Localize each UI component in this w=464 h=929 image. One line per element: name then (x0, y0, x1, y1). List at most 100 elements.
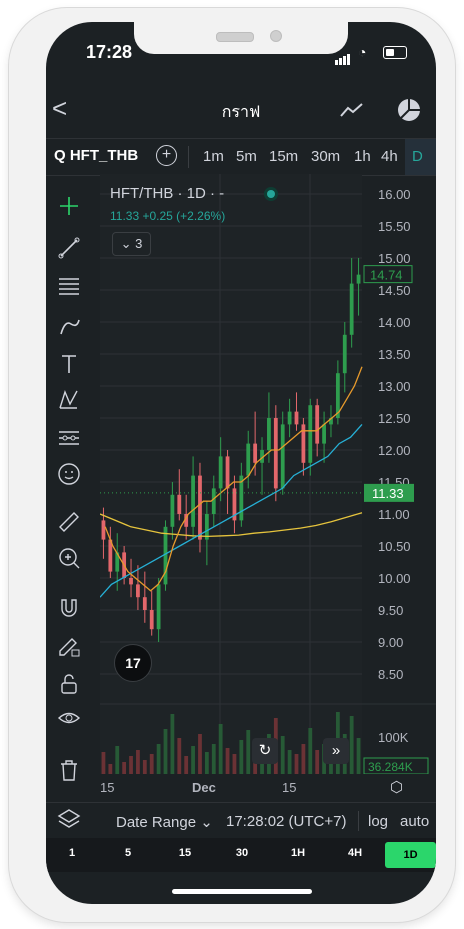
indicators-toggle[interactable]: ⌄ 3 (112, 232, 151, 256)
page-title: กราฟ (221, 104, 261, 121)
trash-icon[interactable] (57, 758, 81, 782)
timeframe-1h[interactable]: 1h (354, 148, 371, 165)
zoom-in-icon[interactable] (57, 546, 81, 570)
unlock-icon[interactable] (57, 672, 81, 696)
timeframe-5m[interactable]: 5m (236, 148, 257, 165)
high-price-tag: 14.74 (370, 268, 403, 283)
candle-body (280, 424, 285, 489)
timeframe-30m[interactable]: 30m (311, 148, 340, 165)
settings-icon[interactable]: ⬡ (390, 778, 403, 796)
navigation-bar: < กราฟ (46, 90, 436, 130)
volume-bar (177, 738, 182, 774)
candle-body (253, 443, 258, 463)
eye-icon[interactable] (57, 706, 81, 730)
fib-icon[interactable] (57, 274, 81, 298)
volume-bar (211, 744, 216, 774)
chart-footer: Date Range ⌄ 17:28:02 (UTC+7) log auto (46, 802, 436, 839)
clock-readout: 17:28:02 (UTC+7) (226, 813, 347, 830)
y-tick-label: 10.00 (378, 571, 411, 586)
volume-bar (356, 738, 361, 774)
volume-bar (136, 750, 140, 774)
timeframe-1m[interactable]: 1m (203, 148, 224, 165)
candle-body (342, 334, 347, 374)
candle-body (163, 526, 168, 585)
y-tick-label: 12.50 (378, 411, 411, 426)
y-tick-label: 13.00 (378, 379, 411, 394)
lock-draw-icon[interactable] (57, 634, 81, 658)
last-price-tag: 11.33 (372, 486, 404, 501)
log-toggle[interactable]: log (368, 813, 388, 830)
emoji-icon[interactable] (57, 462, 81, 486)
trendline-icon[interactable] (57, 236, 81, 260)
resolution-4h[interactable]: 4H (335, 847, 375, 859)
volume-bar (184, 756, 189, 774)
volume-bar (280, 736, 285, 774)
y-tick-label: 16.00 (378, 187, 411, 202)
symbol-search-button[interactable]: Q HFT_THB (54, 147, 138, 164)
volume-bar (142, 760, 147, 774)
magnet-icon[interactable] (57, 596, 81, 620)
timeframe-15m[interactable]: 15m (269, 148, 298, 165)
chart-type-icon[interactable] (340, 102, 364, 118)
date-range-label: Date Range (116, 814, 197, 831)
candle-body (273, 418, 278, 489)
candle-body (287, 411, 292, 425)
candle-body (129, 578, 133, 585)
volume-bar (149, 754, 154, 774)
reset-chart-button[interactable]: ↻ (252, 738, 278, 764)
resolution-bar: 1 5 15 30 1H 4H 1D (46, 838, 436, 872)
volume-bar (218, 724, 223, 774)
tradingview-logo: 17 (114, 644, 152, 682)
y-tick-label: 10.50 (378, 539, 411, 554)
candle-body (136, 584, 140, 598)
crosshair-icon[interactable] (57, 194, 81, 218)
chart-legend-title: HFT/THB · 1D · - (110, 185, 225, 202)
add-symbol-button[interactable]: + (156, 145, 177, 166)
date-range-dropdown[interactable]: Date Range ⌄ (116, 813, 213, 831)
y-tick-label: 14.00 (378, 315, 411, 330)
volume-tick-label: 100K (378, 730, 409, 745)
x-tick-label: Dec (192, 780, 216, 795)
status-dot (264, 187, 278, 201)
y-tick-label: 9.50 (378, 603, 403, 618)
candle-body (149, 610, 154, 630)
pattern-icon[interactable] (57, 388, 81, 412)
forecast-icon[interactable] (57, 426, 81, 450)
resolution-5[interactable]: 5 (108, 847, 148, 859)
volume-bar (287, 750, 292, 774)
volume-bar (315, 750, 320, 774)
timeframe-d[interactable]: D (412, 148, 423, 165)
candle-body (211, 488, 216, 514)
auto-toggle[interactable]: auto (400, 813, 429, 830)
resolution-1[interactable]: 1 (52, 847, 92, 859)
volume-bar (170, 714, 175, 774)
candle-body (198, 475, 202, 540)
ruler-icon[interactable] (57, 510, 81, 534)
resolution-30[interactable]: 30 (222, 847, 262, 859)
candle-body (142, 597, 147, 610)
price-chart[interactable]: 16.00 15.50 15.00 14.50 14.00 13.50 13.00 12.50… (100, 174, 436, 774)
candle-body (225, 456, 230, 489)
text-icon[interactable] (57, 352, 81, 376)
divider (188, 146, 189, 168)
candle-body (315, 405, 320, 444)
pie-chart-icon[interactable] (397, 98, 421, 122)
resolution-1h[interactable]: 1H (278, 847, 318, 859)
brush-icon[interactable] (57, 314, 81, 338)
volume-bar (349, 716, 354, 774)
timeframe-4h[interactable]: 4h (381, 148, 398, 165)
scroll-to-latest-button[interactable]: » (323, 738, 349, 764)
volume-bar (239, 740, 244, 774)
volume-bar (246, 730, 251, 774)
drawing-toolbar (46, 174, 92, 781)
app-screen: 17:28 ◔ < กราฟ Q HFT_THB + 1m 5m 15m 30m… (46, 22, 436, 904)
resolution-15[interactable]: 15 (165, 847, 205, 859)
volume-bar (122, 762, 127, 774)
time-axis: 15 Dec 15 ⬡ (100, 776, 436, 800)
volume-bar (115, 746, 120, 774)
resolution-1d[interactable]: 1D (385, 842, 436, 868)
volume-bar (198, 734, 202, 774)
volume-bar (204, 752, 209, 774)
volume-bar (129, 756, 133, 774)
candle-body (170, 494, 175, 527)
